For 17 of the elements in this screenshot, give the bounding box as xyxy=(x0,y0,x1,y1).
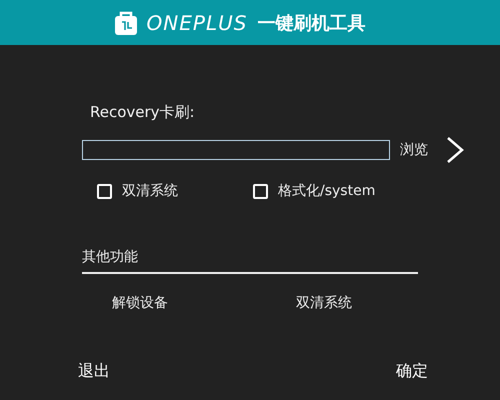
browse-button[interactable]: 浏览 xyxy=(400,141,428,159)
file-path-field[interactable] xyxy=(82,140,390,160)
checkbox[interactable] xyxy=(253,184,268,198)
app-title: 一键刷机工具 xyxy=(257,12,366,34)
exit-button[interactable]: 退出 xyxy=(78,361,110,382)
recovery-label: Recovery卡刷: xyxy=(90,103,196,122)
checkbox[interactable] xyxy=(97,184,112,198)
toolbox-icon xyxy=(114,10,137,34)
chevron-right-icon xyxy=(446,136,464,164)
checkbox-label: 双清系统 xyxy=(122,182,178,200)
section-heading: 其他功能 xyxy=(82,248,418,274)
checkbox-label: 格式化/system xyxy=(278,182,376,200)
next-button[interactable] xyxy=(446,136,464,164)
confirm-button[interactable]: 确定 xyxy=(396,361,428,382)
action-button[interactable]: 解锁设备 xyxy=(112,294,168,312)
brand-name: ONEPLUS xyxy=(146,10,248,34)
action-button[interactable]: 双清系统 xyxy=(296,294,352,312)
